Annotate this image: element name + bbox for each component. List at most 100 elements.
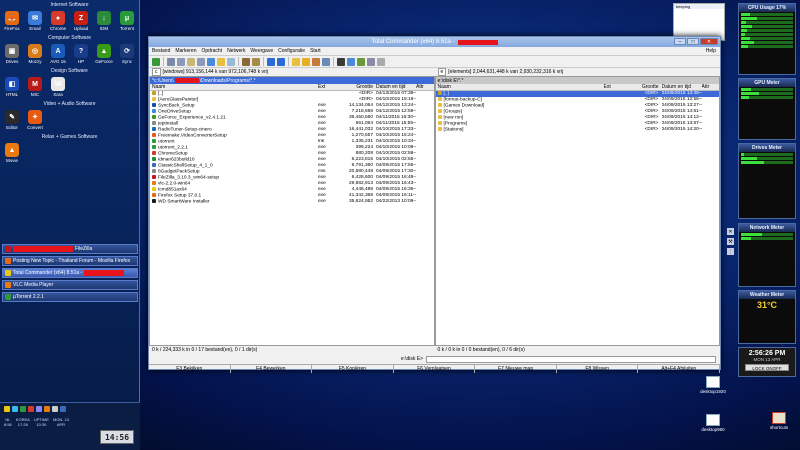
desktop-shortcut-mozzy[interactable]: ◎ Mozzy	[25, 44, 45, 64]
wrench-icon[interactable]: ⚒	[727, 238, 734, 245]
world-clock: UPTIME 10:30	[34, 417, 49, 427]
left-path-bar[interactable]: *c:\Users\ \Downloads\Programs\*.*	[150, 77, 434, 84]
col-date[interactable]: Datum en tijd	[662, 84, 702, 90]
settings-icon[interactable]	[377, 57, 385, 66]
menu-item[interactable]: Weergave	[250, 48, 273, 54]
col-ext[interactable]: Ext	[318, 84, 340, 90]
desktop-shortcut-movie[interactable]: ▲ Movie	[2, 143, 22, 163]
list-view-icon[interactable]	[177, 57, 185, 66]
desktop-shortcut-torrent[interactable]: μ Torrent	[117, 11, 137, 31]
menu-item[interactable]: Start	[310, 48, 321, 54]
desktop-shortcut-drives[interactable]: ▣ Drives	[2, 44, 22, 64]
function-key-button[interactable]: Alt+F4 Afsluiten	[638, 365, 721, 373]
file-row[interactable]: WD SmartWare Installer exe 35,624,952 04/22…	[150, 198, 434, 205]
close-icon[interactable]: ✕	[727, 228, 734, 235]
taskbar-clock[interactable]: 14:56	[100, 430, 134, 444]
menu-item[interactable]: Configuratie	[278, 48, 305, 54]
desktop-shortcut-editor[interactable]: ✎ Editor	[2, 110, 22, 130]
function-key-button[interactable]: F7 Nieuwe map	[475, 365, 557, 373]
desktop-shortcut-xara[interactable]: W Xara	[48, 77, 68, 97]
taskbar-item[interactable]: Posting New Topic - Thailand Forum - Moz…	[2, 256, 138, 266]
col-size[interactable]: Grootte	[626, 84, 662, 90]
file-name: utorrent_2.2.1	[158, 145, 188, 151]
refresh-icon[interactable]	[152, 57, 160, 66]
desktop-shortcut-firefox[interactable]: 🦊 FireFox	[2, 11, 22, 31]
right-status: 0 k / 0 k in 0 / 0 bestand(en), 0 / 6 di…	[437, 347, 525, 353]
drive-bar	[741, 161, 793, 164]
command-input[interactable]	[426, 355, 716, 363]
desktop-icon-shortcuts[interactable]: shortcuts	[764, 412, 794, 430]
menu-help[interactable]: Help	[706, 48, 716, 54]
desktop-shortcut-geforce[interactable]: ▲ GeForce	[94, 44, 114, 64]
desktop-icon-desktop960[interactable]: desktop960	[698, 414, 728, 432]
select-icon[interactable]	[217, 57, 225, 66]
back-icon[interactable]	[267, 57, 275, 66]
col-size[interactable]: Grootte	[340, 84, 376, 90]
search-icon[interactable]	[337, 57, 345, 66]
desktop-shortcut-convert[interactable]: ✦ Convert	[25, 110, 45, 130]
desktop-shortcut-chrome[interactable]: ● Chrome	[48, 11, 68, 31]
minimize-button[interactable]: –	[674, 38, 686, 45]
taskbar-item[interactable]: VLC Media Player	[2, 280, 138, 290]
menu-item[interactable]: Opdracht	[201, 48, 222, 54]
desktop-shortcut-idm[interactable]: ↓ IDM	[94, 11, 114, 31]
desktop-shortcut-upload[interactable]: Z Upload	[71, 11, 91, 31]
col-name[interactable]: Naam	[150, 84, 318, 90]
drag-icon[interactable]: ⋮	[727, 248, 734, 255]
folder-icon[interactable]	[292, 57, 300, 66]
tray-icon[interactable]	[52, 406, 58, 412]
menu-item[interactable]: Bestand	[152, 48, 170, 54]
function-key-button[interactable]: F8 Wissen	[557, 365, 639, 373]
lock-button[interactable]: LOCK ONOFF	[745, 364, 789, 371]
tray-icon[interactable]	[36, 406, 42, 412]
taskbar-item[interactable]: Total Commander (x64) 8.51a -	[2, 268, 138, 278]
col-attr[interactable]: Attr	[416, 84, 430, 90]
pack-icon[interactable]	[242, 57, 250, 66]
icons-view-icon[interactable]	[167, 57, 175, 66]
tray-icon[interactable]	[20, 406, 26, 412]
tree-view-icon[interactable]	[197, 57, 205, 66]
tray-icon[interactable]	[44, 406, 50, 412]
tray-icon[interactable]	[4, 406, 10, 412]
tray-icon[interactable]	[60, 406, 66, 412]
desktop-shortcut-mic[interactable]: M MIC	[25, 77, 45, 97]
folder-new-icon[interactable]	[302, 57, 310, 66]
function-key-button[interactable]: F5 Kopiëren	[312, 365, 394, 373]
function-key-button[interactable]: F6 Verplaatsen	[394, 365, 476, 373]
archive-icon[interactable]	[312, 57, 320, 66]
menu-item[interactable]: Markeren	[175, 48, 196, 54]
tray-icon[interactable]	[12, 406, 18, 412]
window-titlebar[interactable]: Total Commander (x64) 8.51a - – □ ✕	[149, 37, 720, 47]
thumbnails-icon[interactable]	[207, 57, 215, 66]
forward-icon[interactable]	[277, 57, 285, 66]
invert-icon[interactable]	[227, 57, 235, 66]
ftp-icon[interactable]	[357, 57, 365, 66]
col-date[interactable]: Datum en tijd	[376, 84, 416, 90]
net-icon[interactable]	[367, 57, 375, 66]
desktop-shortcut-html[interactable]: ◧ HTML	[2, 77, 22, 97]
col-ext[interactable]: Ext	[604, 84, 626, 90]
col-name[interactable]: Naam	[436, 84, 604, 90]
unpack-icon[interactable]	[252, 57, 260, 66]
taskbar-item[interactable]: µTorrent 2.2.1	[2, 292, 138, 302]
details-view-icon[interactable]	[187, 57, 195, 66]
desktop-shortcut-sync[interactable]: ⟳ Sync	[117, 44, 137, 64]
function-key-button[interactable]: F3 Bekijken	[149, 365, 231, 373]
right-path-bar[interactable]: e:\disk E\*.*	[435, 77, 719, 84]
sync-icon[interactable]	[347, 57, 355, 66]
desktop-shortcut-hp[interactable]: ? HP	[71, 44, 91, 64]
desktop-shortcut-email[interactable]: ✉ Email	[25, 11, 45, 31]
menu-item[interactable]: Netwerk	[227, 48, 245, 54]
tray-icon[interactable]	[28, 406, 34, 412]
taskbar-item[interactable]: FileZilla	[2, 244, 138, 254]
left-drive-select[interactable]: c	[152, 68, 161, 76]
col-attr[interactable]: Attr	[702, 84, 716, 90]
desktop-shortcut-avg-15[interactable]: A AVG 15	[48, 44, 68, 64]
file-row[interactable]: [Stations] <DIR> 04/09/2015 14:20—	[436, 126, 720, 133]
compare-icon[interactable]	[322, 57, 330, 66]
desktop-icon-desktop1920[interactable]: desktop1920	[698, 376, 728, 394]
close-button[interactable]: ✕	[700, 38, 718, 45]
right-drive-select[interactable]: e	[437, 68, 447, 76]
function-key-button[interactable]: F4 Bewerken	[231, 365, 313, 373]
maximize-button[interactable]: □	[687, 38, 699, 45]
